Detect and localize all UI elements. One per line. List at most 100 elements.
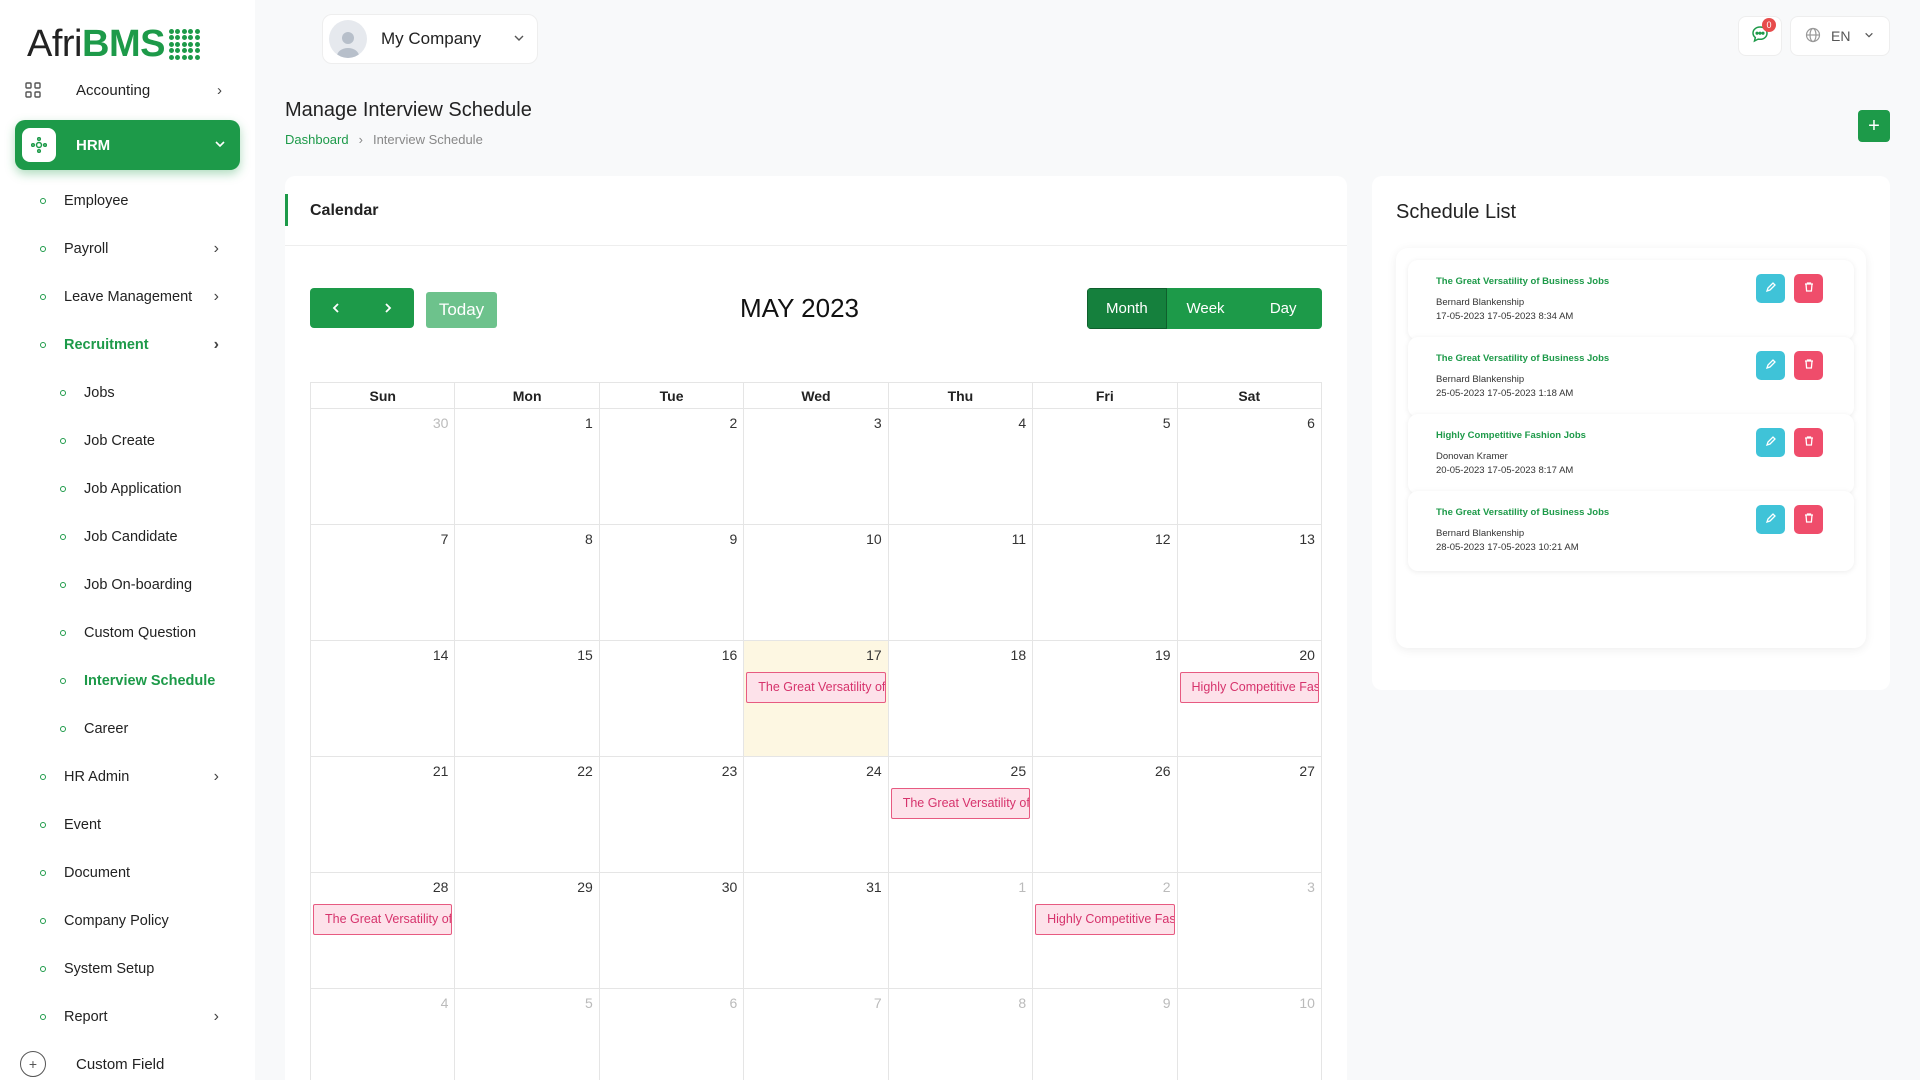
sidebar-item-system-setup[interactable]: System Setup <box>0 945 255 993</box>
sidebar-item-career[interactable]: Career <box>0 705 255 753</box>
sidebar-item-interview-schedule[interactable]: Interview Schedule <box>0 657 255 705</box>
calendar-day-cell[interactable]: 13 <box>1177 525 1322 641</box>
calendar-day-cell[interactable]: 16 <box>599 641 745 757</box>
calendar-day-cell[interactable]: 23 <box>599 757 745 873</box>
calendar-day-cell[interactable]: 19 <box>1033 641 1178 757</box>
calendar-day-cell[interactable]: 5 <box>1033 409 1178 525</box>
calendar-day-cell[interactable]: 6 <box>1177 409 1322 525</box>
sidebar-item-event[interactable]: Event <box>0 801 255 849</box>
calendar-day-cell[interactable]: 15 <box>455 641 600 757</box>
calendar-day-cell[interactable]: 12 <box>1033 525 1178 641</box>
breadcrumb-dashboard-link[interactable]: Dashboard <box>285 132 349 147</box>
calendar-event[interactable]: Highly Competitive Fashion Jobs <box>1035 904 1175 935</box>
sidebar-item-custom-question[interactable]: Custom Question <box>0 609 255 657</box>
delete-button[interactable] <box>1794 274 1823 303</box>
calendar-day-cell[interactable]: 7 <box>311 525 456 641</box>
edit-button[interactable] <box>1756 274 1785 303</box>
calendar-day-cell[interactable]: 1 <box>455 409 600 525</box>
calendar-day-cell[interactable]: 26 <box>1033 757 1178 873</box>
calendar-day-cell[interactable]: 8 <box>889 989 1034 1080</box>
calendar-day-cell[interactable]: 18 <box>888 641 1034 757</box>
sidebar-item-job-candidate[interactable]: Job Candidate <box>0 513 255 561</box>
day-number: 5 <box>1162 415 1171 431</box>
day-number: 8 <box>1018 995 1027 1011</box>
calendar-day-cell[interactable]: 14 <box>311 641 456 757</box>
calendar-day-cell[interactable]: 4 <box>888 409 1034 525</box>
calendar-day-cell[interactable]: 30 <box>599 873 745 989</box>
calendar-day-cell[interactable]: 2 <box>599 409 745 525</box>
delete-button[interactable] <box>1794 428 1823 457</box>
sidebar-item-job-on-boarding[interactable]: Job On-boarding <box>0 561 255 609</box>
weekday-header: Tue <box>599 383 745 409</box>
add-schedule-button[interactable]: + <box>1858 110 1890 142</box>
prev-month-button[interactable] <box>310 288 362 328</box>
sidebar-item-job-application[interactable]: Job Application <box>0 465 255 513</box>
calendar-day-cell[interactable]: 30 <box>311 409 456 525</box>
calendar-day-cell[interactable]: 17 The Great Versatility of Business Jobs <box>744 641 889 757</box>
calendar-event[interactable]: The Great Versatility of Business Jobs <box>890 788 1031 819</box>
calendar-day-cell[interactable]: 9 <box>1033 989 1178 1080</box>
brand-name-part1: Afri <box>27 22 83 65</box>
sidebar-item-hr-admin[interactable]: HR Admin › <box>0 753 255 801</box>
calendar-day-cell[interactable]: 6 <box>600 989 745 1080</box>
next-month-button[interactable] <box>362 288 414 328</box>
sidebar-item-recruitment[interactable]: Recruitment › <box>0 321 255 369</box>
calendar-day-cell[interactable]: 5 <box>455 989 600 1080</box>
sidebar-item-leave-management[interactable]: Leave Management › <box>0 273 255 321</box>
edit-button[interactable] <box>1756 505 1785 534</box>
calendar-day-cell[interactable]: 29 <box>455 873 600 989</box>
sidebar-item-custom-field[interactable]: + Custom Field <box>20 1050 240 1078</box>
view-week-button[interactable]: Week <box>1166 288 1245 329</box>
calendar-day-cell[interactable]: 21 <box>311 757 456 873</box>
sidebar-item-company-policy[interactable]: Company Policy <box>0 897 255 945</box>
chevron-down-icon <box>1864 29 1874 43</box>
calendar-day-cell[interactable]: 11 <box>888 525 1034 641</box>
calendar-day-cell[interactable]: 2 Highly Competitive Fashion Jobs <box>1033 873 1178 989</box>
calendar-day-cell[interactable]: 20 Highly Competitive Fashion Jobs <box>1177 641 1322 757</box>
sidebar-item-hrm[interactable]: HRM <box>15 120 240 170</box>
delete-button[interactable] <box>1794 505 1823 534</box>
view-month-button[interactable]: Month <box>1087 288 1167 329</box>
schedule-job-title[interactable]: Highly Competitive Fashion Jobs <box>1436 430 1586 441</box>
sidebar-item-report[interactable]: Report › <box>0 993 255 1041</box>
edit-button[interactable] <box>1756 351 1785 380</box>
calendar-day-cell[interactable]: 7 <box>744 989 889 1080</box>
day-number: 22 <box>577 763 593 779</box>
sidebar-item-accounting[interactable]: Accounting › <box>20 76 240 104</box>
view-day-button[interactable]: Day <box>1244 288 1322 329</box>
sidebar-item-job-create[interactable]: Job Create <box>0 417 255 465</box>
schedule-job-title[interactable]: The Great Versatility of Business Jobs <box>1436 353 1609 364</box>
calendar-week-row: 4 5 6 7 8 9 10 <box>311 989 1322 1080</box>
calendar-day-cell[interactable]: 25 The Great Versatility of Business Jobs <box>888 757 1034 873</box>
calendar-day-cell[interactable]: 24 <box>744 757 889 873</box>
schedule-job-title[interactable]: The Great Versatility of Business Jobs <box>1436 507 1609 518</box>
sidebar-item-employee[interactable]: Employee <box>0 177 255 225</box>
today-button[interactable]: Today <box>426 292 497 328</box>
brand-logo[interactable]: Afri BMS <box>27 22 200 65</box>
calendar-day-cell[interactable]: 8 <box>455 525 600 641</box>
calendar-day-cell[interactable]: 1 <box>888 873 1034 989</box>
calendar-day-cell[interactable]: 3 <box>744 409 889 525</box>
calendar-day-cell[interactable]: 28 The Great Versatility of Business Jobs <box>311 873 456 989</box>
calendar-day-cell[interactable]: 9 <box>599 525 745 641</box>
calendar-day-cell[interactable]: 4 <box>311 989 456 1080</box>
delete-button[interactable] <box>1794 351 1823 380</box>
edit-button[interactable] <box>1756 428 1785 457</box>
pencil-icon <box>1765 434 1777 452</box>
calendar-day-cell[interactable]: 31 <box>744 873 889 989</box>
calendar-day-cell[interactable]: 22 <box>455 757 600 873</box>
day-number: 29 <box>577 879 593 895</box>
calendar-day-cell[interactable]: 27 <box>1177 757 1322 873</box>
sidebar-item-jobs[interactable]: Jobs <box>0 369 255 417</box>
calendar-event[interactable]: The Great Versatility of Business Jobs <box>746 672 886 703</box>
calendar-day-cell[interactable]: 10 <box>744 525 889 641</box>
calendar-event[interactable]: Highly Competitive Fashion Jobs <box>1179 672 1319 703</box>
calendar-day-cell[interactable]: 3 <box>1177 873 1322 989</box>
schedule-job-title[interactable]: The Great Versatility of Business Jobs <box>1436 276 1609 287</box>
company-selector[interactable]: My Company <box>322 14 538 64</box>
calendar-day-cell[interactable]: 10 <box>1178 989 1322 1080</box>
sidebar-item-document[interactable]: Document <box>0 849 255 897</box>
sidebar-item-payroll[interactable]: Payroll › <box>0 225 255 273</box>
language-selector[interactable]: EN <box>1790 16 1890 56</box>
calendar-event[interactable]: The Great Versatility of Business Jobs <box>313 904 453 935</box>
